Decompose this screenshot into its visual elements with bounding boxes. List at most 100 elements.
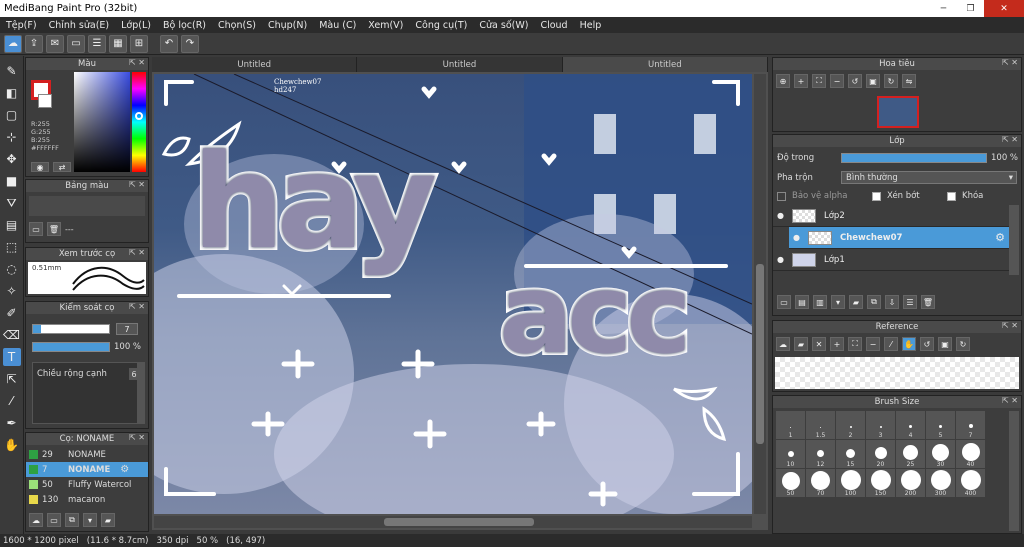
brush-size-option[interactable]: 3 [866,411,895,439]
panel-popout-icon[interactable]: ⇱ ✕ [129,433,145,442]
redo-icon[interactable]: ↷ [181,34,199,53]
menu-cloud[interactable]: Cloud [534,20,573,31]
new-halftone-layer-icon[interactable]: ▤ [795,295,809,309]
blend-mode-select[interactable]: Bình thường ▾ [841,171,1017,184]
brush-size-option[interactable]: 150 [866,469,895,497]
new-8bit-layer-icon[interactable]: ▥ [813,295,827,309]
merge-down-icon[interactable]: ⇩ [885,295,899,309]
reference-image-area[interactable] [775,357,1019,389]
zoom-actual-icon[interactable]: ⛶ [812,74,826,88]
brush-size-slider[interactable] [32,324,110,334]
panel-popout-icon[interactable]: ⇱ ✕ [1002,321,1018,330]
panel-popout-icon[interactable]: ⇱ ✕ [129,180,145,189]
brush-size-option[interactable]: 4 [896,411,925,439]
brush-size-option[interactable]: 25 [896,440,925,468]
brush-size-scrollbar[interactable] [1009,411,1019,531]
menu-tools[interactable]: Công cụ(T) [409,20,473,31]
layer-row[interactable]: ● Lớp1 [773,249,1009,271]
delete-palette-icon[interactable]: 🗑 [47,222,61,236]
brush-size-option[interactable]: 2 [836,411,865,439]
duplicate-layer-icon[interactable]: ⧉ [867,295,881,309]
brush-list-item-selected[interactable]: 7 NONAME ⚙ [26,462,148,477]
protect-alpha-checkbox[interactable] [777,191,786,201]
dot-tool-icon[interactable]: ⊹ [3,128,21,146]
brush-size-option[interactable]: 40 [956,440,985,468]
pen-tool-icon[interactable]: ✒ [3,414,21,432]
menu-edit[interactable]: Chỉnh sửa(E) [43,20,116,31]
minimize-icon[interactable]: ─ [930,0,957,17]
brush-size-value[interactable]: 7 [116,323,138,335]
panel-popout-icon[interactable]: ⇱ ✕ [129,302,145,311]
brush-size-option[interactable]: 1 [776,411,805,439]
move-tool-icon[interactable]: ✥ [3,150,21,168]
upload-icon[interactable]: ⇪ [25,34,43,53]
brush-size-option[interactable]: 400 [956,469,985,497]
palette-swatches[interactable] [29,196,145,216]
layer-opacity-slider[interactable] [841,153,987,163]
brush-size-option[interactable]: 50 [776,469,805,497]
zoom-out-icon[interactable]: − [866,337,880,351]
brush-opacity-slider[interactable] [32,342,110,352]
open-folder-icon[interactable]: ▰ [794,337,808,351]
close-icon[interactable]: ✕ [812,337,826,351]
menu-file[interactable]: Tệp(F) [0,20,43,31]
hue-slider[interactable] [132,72,146,172]
navigator-thumbnail[interactable] [877,96,919,128]
rotate-right-icon[interactable]: ↻ [956,337,970,351]
brush-size-option[interactable]: 1.5 [806,411,835,439]
brush-size-option[interactable]: 20 [866,440,895,468]
brush-size-option[interactable]: 10 [776,440,805,468]
zoom-out-icon[interactable]: − [830,74,844,88]
add-layer-menu-icon[interactable]: ▾ [831,295,845,309]
cloud-icon[interactable]: ☁ [4,34,22,53]
text-tool-icon[interactable]: T [2,348,21,366]
delete-layer-icon[interactable]: 🗑 [921,295,935,309]
document-list-icon[interactable]: ☰ [88,34,106,53]
color-swap-icon[interactable]: ⇄ [53,162,71,172]
new-palette-icon[interactable]: ▭ [29,222,43,236]
menu-layer[interactable]: Lớp(L) [115,20,157,31]
chat-icon[interactable]: ✉ [46,34,64,53]
select-rect-icon[interactable]: ⬚ [3,238,21,256]
fit-window-icon[interactable]: ▣ [938,337,952,351]
menu-select[interactable]: Chọn(S) [212,20,262,31]
brush-size-option[interactable]: 300 [926,469,955,497]
operation-tool-icon[interactable]: ⇱ [3,370,21,388]
brush-size-option[interactable]: 30 [926,440,955,468]
hand-icon[interactable]: ✋ [902,337,916,351]
panel-popout-icon[interactable]: ⇱ ✕ [1002,396,1018,405]
fill-shape-icon[interactable]: ■ [3,172,21,190]
menu-window[interactable]: Cửa số(W) [473,20,534,31]
zoom-fit-icon[interactable]: ⛶ [848,337,862,351]
zoom-fit-icon[interactable]: ⊕ [776,74,790,88]
brush-list-item[interactable]: 29 NONAME [26,447,148,462]
eye-icon[interactable]: ● [793,233,800,242]
brush-list-item[interactable]: 50 Fluffy Watercol [26,477,148,492]
new-layer-icon[interactable]: ▭ [777,295,791,309]
add-brush-icon[interactable]: ▭ [47,513,61,527]
tab-untitled-1[interactable]: Untitled [152,57,358,72]
horizontal-scrollbar[interactable] [154,516,752,528]
gallery-icon[interactable]: ▦ [109,34,127,53]
brush-size-option[interactable]: 200 [896,469,925,497]
gear-icon[interactable]: ⚙ [995,231,1009,244]
brush-control-scrollbar[interactable] [137,362,145,424]
brush-tool-icon[interactable]: ✎ [3,62,21,80]
close-icon[interactable]: ✕ [984,0,1024,17]
flip-icon[interactable]: ⇋ [902,74,916,88]
zoom-in-icon[interactable]: + [794,74,808,88]
layer-options-icon[interactable]: ☰ [903,295,917,309]
eye-icon[interactable]: ● [777,211,784,220]
menu-snap[interactable]: Chụp(N) [262,20,313,31]
vertical-scrollbar[interactable] [754,74,766,514]
panel-popout-icon[interactable]: ⇱ ✕ [129,248,145,257]
hue-handle[interactable] [135,112,143,120]
folder-icon[interactable]: ▰ [101,513,115,527]
eyedropper-icon[interactable]: ⁄ [3,392,21,410]
layer-row[interactable]: ● Lớp2 [773,205,1009,227]
canvas[interactable]: Chewchew07 hd247 hay acc [154,74,752,514]
panel-popout-icon[interactable]: ⇱ ✕ [129,58,145,67]
secondary-color-swatch[interactable] [38,94,52,108]
clipping-checkbox[interactable] [872,191,881,201]
new-document-icon[interactable]: ▭ [67,34,85,53]
